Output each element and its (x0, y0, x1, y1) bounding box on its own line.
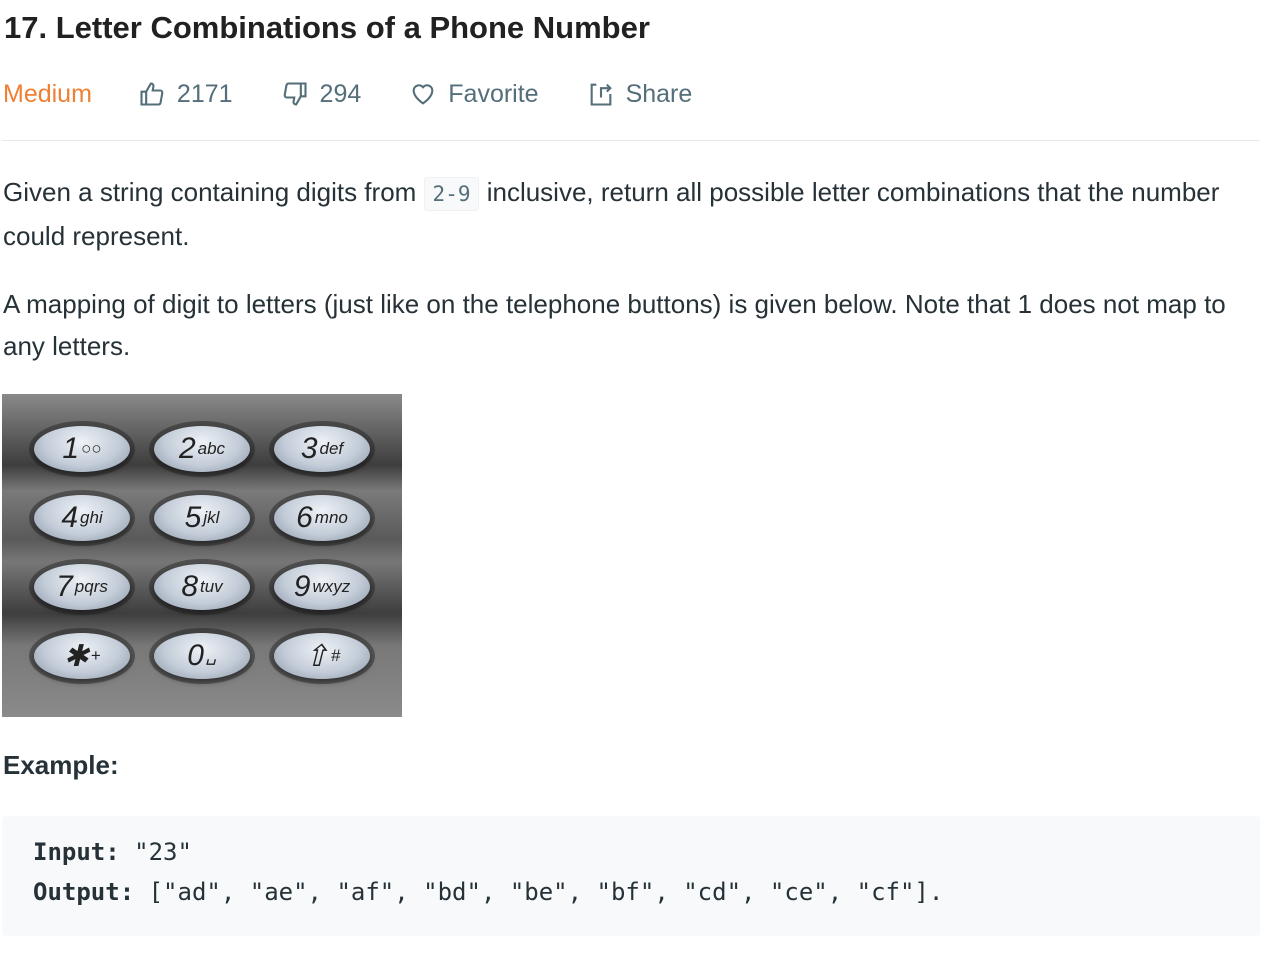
key-digit: ⇧ (303, 639, 329, 673)
dislike-count: 294 (319, 79, 362, 108)
keypad-key: ✱ + (34, 633, 130, 679)
output-label: Output: (33, 878, 135, 906)
example-heading: Example: (3, 750, 119, 780)
problem-title: 17. Letter Combinations of a Phone Numbe… (4, 10, 650, 45)
input-label: Input: (33, 838, 120, 866)
phone-keypad-image: 1 ○○ 2 abc 3 def 4 ghi 5 jkl 6 mno 7 pqrs 8 tuv 9 wxyz ✱ +0… (2, 394, 402, 717)
key-digit: 7 (56, 570, 73, 603)
difficulty-badge: Medium (3, 79, 92, 108)
key-letters: wxyz (312, 577, 351, 596)
key-letters: abc (197, 439, 226, 458)
key-digit: 8 (181, 570, 198, 603)
key-digit: ✱ (63, 639, 89, 673)
heart-icon (412, 84, 434, 105)
keypad-key: ⇧ # (274, 633, 370, 679)
key-digit: 5 (184, 501, 202, 534)
key-digit: 1 (62, 432, 80, 465)
output-value: ["ad", "ae", "af", "bd", "be", "bf", "cd… (134, 878, 944, 906)
like-count: 2171 (176, 79, 233, 108)
keypad-key: 3 def (274, 426, 370, 472)
key-digit: 2 (178, 432, 196, 465)
inline-code: 2-9 (423, 177, 480, 211)
favorite-label: Favorite (448, 79, 539, 108)
keypad-key: 2 abc (154, 426, 250, 472)
key-digit: 4 (61, 501, 78, 534)
divider (2, 140, 1260, 141)
key-letters: tuv (200, 577, 223, 596)
key-letters: def (319, 439, 344, 458)
description-paragraph-2: A mapping of digit to letters (just like… (3, 289, 1226, 361)
thumbs-up-icon (140, 82, 164, 106)
keypad-key: 9 wxyz (274, 564, 370, 610)
key-letters: ghi (80, 508, 103, 527)
keypad-key: 1 ○○ (34, 426, 130, 472)
key-digit: 0 (187, 639, 204, 672)
key-letters: ␣ (205, 646, 217, 665)
input-value: "23" (119, 838, 192, 866)
key-letters: + (90, 646, 101, 665)
example-output: Output: ["ad", "ae", "af", "bd", "be", "… (33, 878, 943, 906)
keypad-key: 0 ␣ (154, 633, 250, 679)
key-digit: 9 (293, 570, 311, 603)
keypad-key: 4 ghi (34, 495, 130, 541)
favorite-button[interactable]: Favorite (409, 79, 539, 109)
example-input: Input: "23" (33, 838, 192, 866)
like-button[interactable]: 2171 (138, 80, 233, 109)
key-letters: # (330, 646, 341, 665)
description-paragraph-1: Given a string containing digits from 2-… (3, 171, 1263, 257)
problem-meta: Medium 2171 294 Favorite Share (3, 76, 740, 112)
keypad-key: 8 tuv (154, 564, 250, 610)
share-label: Share (625, 79, 693, 108)
key-letters: mno (314, 508, 348, 527)
key-digit: 6 (296, 501, 313, 534)
key-letters: ○○ (81, 439, 102, 458)
dislike-button[interactable]: 294 (281, 79, 362, 109)
text: Given a string containing digits from (3, 177, 424, 207)
key-digit: 3 (300, 432, 318, 465)
thumbs-down-icon (283, 82, 307, 106)
keypad-key: 5 jkl (154, 495, 250, 541)
share-icon (590, 83, 612, 106)
example-code-block: Input: "23" Output: ["ad", "ae", "af", "… (2, 816, 1260, 936)
share-button[interactable]: Share (587, 79, 693, 109)
keypad-key: 6 mno (274, 495, 370, 541)
key-letters: jkl (203, 508, 220, 527)
key-letters: pqrs (74, 577, 108, 596)
keypad-key: 7 pqrs (34, 564, 130, 610)
